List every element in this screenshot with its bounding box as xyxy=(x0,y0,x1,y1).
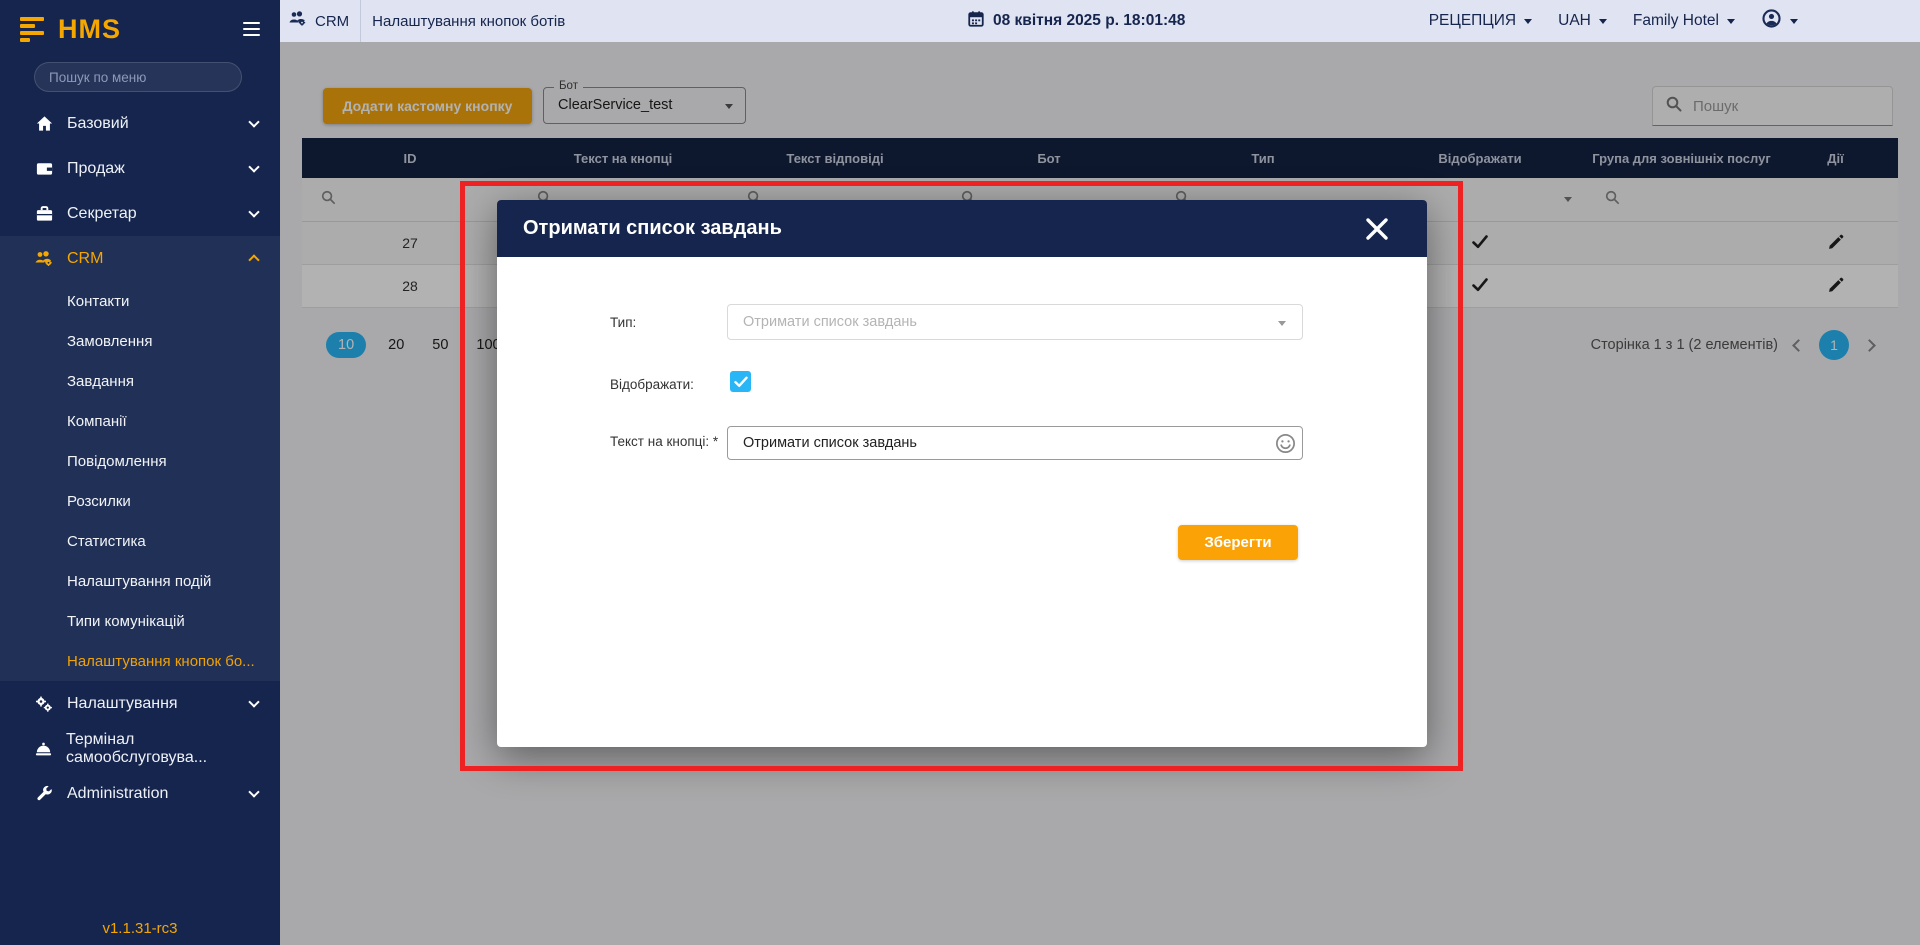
subitem-label: Статистика xyxy=(67,532,146,550)
caret-down-icon xyxy=(1524,18,1533,24)
sidebar-item-label: Налаштування xyxy=(67,694,178,712)
sidebar: HMS Базовий Продаж Секретар xyxy=(0,0,280,945)
button-text-input[interactable] xyxy=(728,427,1302,459)
gears-icon xyxy=(34,694,54,714)
chevron-up-icon xyxy=(248,254,260,266)
caret-down-icon xyxy=(1790,18,1798,24)
edit-button-modal: Отримати список завдань Тип: Відображати… xyxy=(497,200,1427,747)
sidebar-item-sekretar[interactable]: Секретар xyxy=(0,191,280,236)
type-field-label: Тип: xyxy=(610,315,637,330)
service-bell-icon xyxy=(34,739,53,759)
hotel-label: Family Hotel xyxy=(1632,12,1719,29)
page-title: Налаштування кнопок ботів xyxy=(372,12,566,30)
datetime-text: 08 квітня 2025 р. 18:01:48 xyxy=(993,12,1186,29)
sidebar-item-label: Секретар xyxy=(67,204,137,222)
calendar-icon xyxy=(967,10,985,33)
sidebar-header: HMS xyxy=(0,0,280,58)
type-select-input[interactable] xyxy=(728,305,1302,339)
sidebar-item-label: Базовий xyxy=(67,114,129,132)
emoji-picker-icon[interactable] xyxy=(1274,432,1297,455)
save-button[interactable]: Зберегти xyxy=(1178,525,1298,560)
sidebar-item-crm[interactable]: CRM xyxy=(0,236,280,281)
subitem-label: Повідомлення xyxy=(67,452,167,470)
topbar: CRM Налаштування кнопок ботів 08 квітня … xyxy=(280,0,1920,42)
crm-users-icon xyxy=(288,10,308,32)
subitem-label: Контакти xyxy=(67,292,130,310)
show-checkbox[interactable] xyxy=(730,371,751,392)
user-account-dropdown[interactable] xyxy=(1761,8,1798,34)
wallet-icon xyxy=(34,159,54,179)
sidebar-nav: Базовий Продаж Секретар CRM Контакти Зам… xyxy=(0,101,280,816)
sidebar-item-administration[interactable]: Administration xyxy=(0,771,280,816)
topbar-divider xyxy=(360,0,362,42)
crm-section: CRM Контакти Замовлення Завдання Компані… xyxy=(0,236,280,681)
hms-logo-icon xyxy=(20,16,44,42)
app-logo-text: HMS xyxy=(58,13,121,44)
datetime-display: 08 квітня 2025 р. 18:01:48 xyxy=(967,10,1185,33)
breadcrumb-section: CRM xyxy=(315,12,350,30)
caret-down-icon xyxy=(1278,321,1286,326)
sidebar-subitem-zamovlennia[interactable]: Замовлення xyxy=(0,321,280,361)
sidebar-item-bazovyi[interactable]: Базовий xyxy=(0,101,280,146)
subitem-label: Налаштування кнопок бо... xyxy=(67,652,255,670)
sidebar-item-prodazh[interactable]: Продаж xyxy=(0,146,280,191)
chevron-down-icon xyxy=(248,696,260,708)
sidebar-subitem-nalashtuvannia-podii[interactable]: Налаштування подій xyxy=(0,561,280,601)
subitem-label: Налаштування подій xyxy=(67,572,212,590)
sidebar-item-label: Продаж xyxy=(67,159,125,177)
sidebar-item-nalashtuvannia[interactable]: Налаштування xyxy=(0,681,280,726)
sidebar-subitem-rozsylky[interactable]: Розсилки xyxy=(0,481,280,521)
sidebar-item-label: Administration xyxy=(67,784,169,802)
reception-dropdown[interactable]: РЕЦЕПЦИЯ xyxy=(1428,12,1533,30)
chevron-down-icon xyxy=(248,786,260,798)
button-text-field[interactable] xyxy=(727,426,1303,460)
reception-label: РЕЦЕПЦИЯ xyxy=(1428,12,1517,29)
sidebar-subitem-nalashtuvannia-knopok-botiv[interactable]: Налаштування кнопок бо... xyxy=(0,641,280,681)
currency-dropdown[interactable]: UAH xyxy=(1558,12,1607,30)
close-icon[interactable] xyxy=(1363,215,1391,243)
crm-users-icon xyxy=(34,249,54,269)
user-icon xyxy=(1761,8,1782,34)
subitem-label: Розсилки xyxy=(67,492,131,510)
sidebar-item-label: CRM xyxy=(67,249,104,267)
caret-down-icon xyxy=(1727,18,1735,24)
chevron-down-icon xyxy=(248,116,260,128)
subitem-label: Компанії xyxy=(67,412,127,430)
chevron-down-icon xyxy=(248,206,260,218)
subitem-label: Завдання xyxy=(67,372,134,390)
sidebar-menu-search-input[interactable] xyxy=(34,62,242,92)
subitem-label: Типи комунікацій xyxy=(67,612,185,630)
sidebar-subitem-kompanii[interactable]: Компанії xyxy=(0,401,280,441)
caret-down-icon xyxy=(1598,18,1607,24)
sidebar-item-label: Термінал самообслуговува... xyxy=(66,730,208,766)
type-select[interactable] xyxy=(727,304,1303,340)
breadcrumb[interactable]: CRM xyxy=(280,10,349,32)
show-field-label: Відображати: xyxy=(610,377,694,392)
sidebar-subitem-typy-komunikatsii[interactable]: Типи комунікацій xyxy=(0,601,280,641)
wrench-icon xyxy=(34,784,54,804)
topbar-menus: РЕЦЕПЦИЯ UAH Family Hotel xyxy=(1429,8,1798,34)
hotel-dropdown[interactable]: Family Hotel xyxy=(1633,12,1735,30)
modal-title: Отримати список завдань xyxy=(523,217,782,239)
currency-label: UAH xyxy=(1558,12,1591,29)
sidebar-subitem-kontakty[interactable]: Контакти xyxy=(0,281,280,321)
hamburger-menu-icon[interactable] xyxy=(239,18,264,41)
sidebar-subitem-statystyka[interactable]: Статистика xyxy=(0,521,280,561)
sidebar-subitem-povidomlennia[interactable]: Повідомлення xyxy=(0,441,280,481)
chevron-down-icon xyxy=(248,161,260,173)
home-icon xyxy=(34,114,54,134)
app-version: v1.1.31-rc3 xyxy=(102,920,178,937)
subitem-label: Замовлення xyxy=(67,332,153,350)
sidebar-item-terminal[interactable]: Термінал самообслуговува... xyxy=(0,726,280,771)
briefcase-icon xyxy=(34,204,54,224)
modal-header: Отримати список завдань xyxy=(497,200,1427,257)
sidebar-subitem-zavdannia[interactable]: Завдання xyxy=(0,361,280,401)
button-text-field-label: Текст на кнопці: * xyxy=(610,434,719,449)
